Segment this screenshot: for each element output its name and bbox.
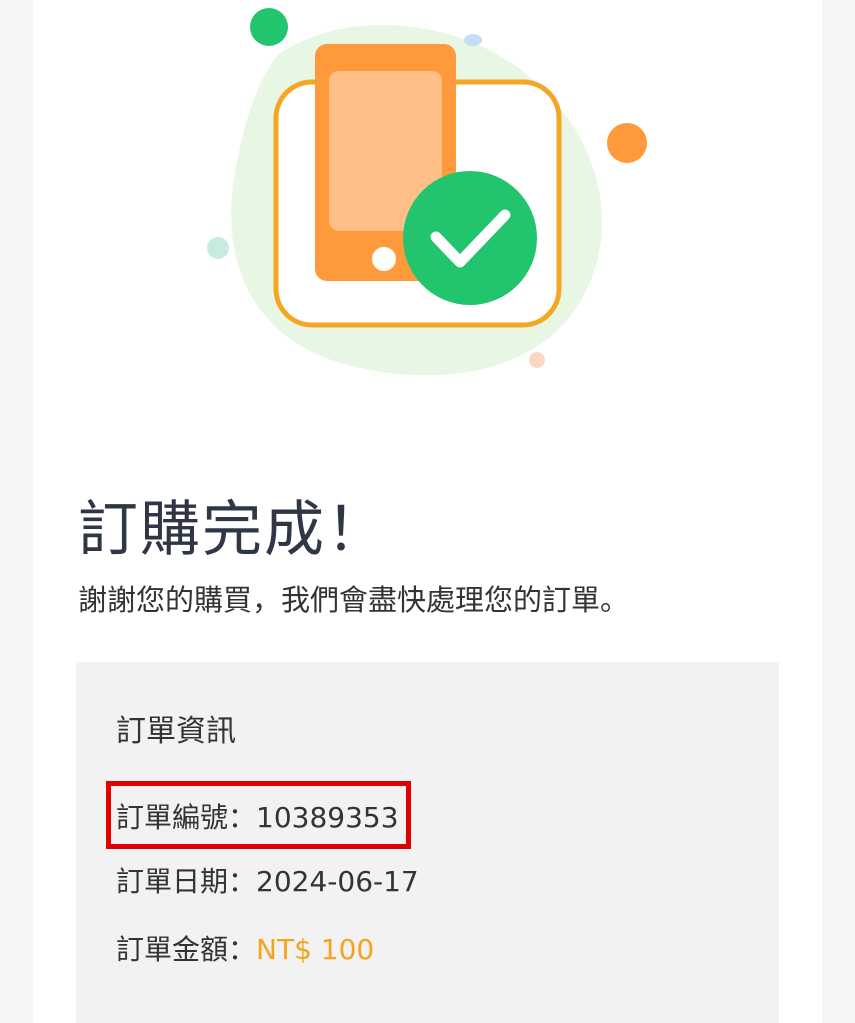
order-amount-value: NT$ 100	[256, 933, 375, 966]
orange-dot-icon	[607, 123, 647, 163]
order-complete-page: 訂購完成！ 謝謝您的購買，我們會盡快處理您的訂單。 訂單資訊 訂單編號：1038…	[33, 0, 822, 1023]
order-success-illustration	[207, 8, 647, 376]
thank-you-message: 謝謝您的購買，我們會盡快處理您的訂單。	[78, 583, 630, 617]
peach-dot-icon	[529, 352, 545, 368]
order-amount-label: 訂單金額：	[116, 933, 257, 966]
phone-home-button-icon	[372, 247, 396, 271]
dark-green-dot-icon	[250, 8, 288, 46]
page-title: 訂購完成！	[78, 495, 388, 565]
check-circle-icon	[403, 171, 537, 305]
order-date-row: 訂單日期：2024-06-17	[116, 861, 419, 903]
order-info-heading: 訂單資訊	[116, 714, 236, 749]
order-date-label: 訂單日期：	[116, 865, 257, 898]
order-amount-row: 訂單金額：NT$ 100	[116, 929, 374, 971]
mint-dot-icon	[207, 237, 229, 259]
order-number-highlight	[106, 781, 411, 849]
order-date-value: 2024-06-17	[256, 865, 419, 898]
light-blue-dot-icon	[464, 34, 482, 46]
